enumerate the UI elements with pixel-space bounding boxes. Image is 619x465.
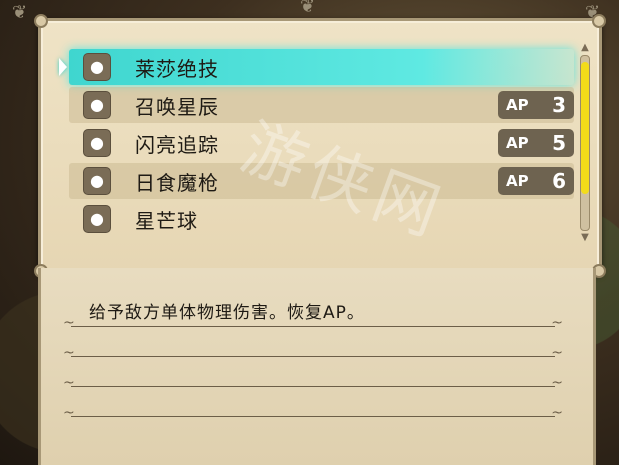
bomb-icon: ●	[83, 167, 111, 195]
scroll-thumb[interactable]	[581, 62, 589, 194]
ruled-line	[63, 375, 563, 391]
selection-cursor-icon	[59, 58, 67, 76]
bomb-icon: ●	[83, 205, 111, 233]
ornament-top-left: ❦	[12, 2, 28, 23]
panel-corner	[34, 14, 48, 28]
scroll-rail[interactable]	[580, 55, 590, 231]
ap-label: AP	[506, 172, 529, 190]
ornament-top-center: ❦	[300, 0, 316, 17]
ap-cost-badge: AP 3	[498, 91, 574, 119]
ruled-line	[63, 315, 563, 331]
skill-name: 星芒球	[135, 208, 198, 233]
scrollbar[interactable]: ▲ ▼	[579, 43, 591, 243]
ap-label: AP	[506, 96, 529, 114]
bomb-icon: ●	[83, 53, 111, 81]
skill-description: 给予敌方单体物理伤害。恢复AP。	[89, 303, 365, 323]
skill-name: 莱莎绝技	[135, 56, 219, 81]
skill-name: 闪亮追踪	[135, 132, 219, 157]
bomb-icon: ●	[83, 129, 111, 157]
skill-name: 日食魔枪	[135, 170, 219, 195]
ap-cost-badge: AP 5	[498, 129, 574, 157]
ap-label: AP	[506, 134, 529, 152]
panel-corner	[592, 14, 606, 28]
scroll-down-icon: ▼	[581, 232, 589, 243]
scroll-up-icon: ▲	[581, 42, 589, 53]
ap-cost-badge: AP 6	[498, 167, 574, 195]
ap-value: 3	[552, 93, 566, 117]
skill-item[interactable]: ● 莱莎绝技	[59, 49, 574, 85]
bomb-icon: ●	[83, 91, 111, 119]
ruled-line	[63, 345, 563, 361]
skill-name: 召唤星辰	[135, 94, 219, 119]
ruled-line	[63, 405, 563, 421]
ap-value: 5	[552, 131, 566, 155]
description-panel: 给予敌方单体物理伤害。恢复AP。	[38, 268, 596, 465]
ap-value: 6	[552, 169, 566, 193]
